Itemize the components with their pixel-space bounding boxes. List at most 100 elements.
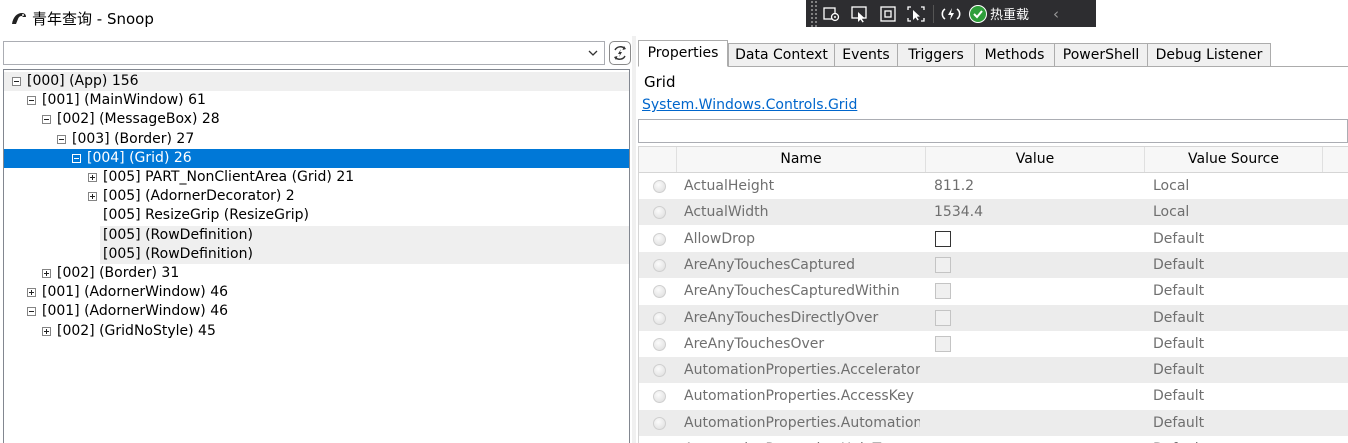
tab-debug-listener[interactable]: Debug Listener: [1147, 43, 1271, 67]
property-value-source: Default: [1153, 414, 1205, 431]
collapse-icon[interactable]: [57, 134, 66, 144]
property-name: AreAnyTouchesDirectlyOver: [684, 309, 879, 326]
expand-icon[interactable]: [88, 192, 97, 202]
tree-node-label: [005] PART_NonClientArea (Grid) 21: [103, 169, 355, 185]
pane-splitter[interactable]: [632, 36, 636, 443]
property-filter-input[interactable]: [638, 119, 1348, 143]
chevron-down-icon[interactable]: [588, 46, 598, 62]
tree-node-label: [002] (MessageBox) 28: [57, 111, 220, 128]
property-row[interactable]: AllowDrop Default: [639, 226, 1348, 252]
tree-node[interactable]: [005] PART_NonClientArea (Grid) 21: [4, 168, 629, 187]
property-row[interactable]: AutomationProperties.AcceleratorKey Defau…: [639, 357, 1348, 384]
expand-icon[interactable]: [42, 326, 51, 336]
property-value-checkbox[interactable]: [935, 230, 951, 247]
display-adorners-icon[interactable]: [874, 3, 902, 25]
tree-node-label: [004] (Grid) 26: [87, 149, 192, 166]
grid-header: Name Value Value Source: [639, 147, 1348, 173]
column-header-value[interactable]: Value: [926, 147, 1145, 172]
property-name: ActualHeight: [684, 178, 775, 194]
property-row[interactable]: AutomationProperties.HelpText Default: [639, 436, 1348, 443]
tree-node[interactable]: [002] (GridNoStyle) 45: [4, 322, 629, 341]
property-row[interactable]: AutomationProperties.AccessKey Default: [639, 383, 1348, 409]
tree-node[interactable]: [002] (MessageBox) 28: [4, 110, 629, 129]
property-name: AutomationProperties.HelpText: [684, 436, 920, 443]
tree-node[interactable]: [005] (RowDefinition): [100, 225, 629, 245]
tree-node[interactable]: [003] (Border) 27: [4, 130, 629, 149]
refresh-icon: [614, 46, 626, 60]
tree-node[interactable]: [005] ResizeGrip (ResizeGrip): [4, 206, 629, 225]
collapse-icon[interactable]: [27, 307, 36, 317]
tree-node-label: [001] (AdornerWindow) 46: [42, 303, 229, 320]
property-value-checkbox: [935, 309, 951, 326]
tree-node[interactable]: [002] (Border) 31: [4, 264, 629, 283]
property-indicator-icon: [653, 390, 666, 404]
tree-node-label: [001] (MainWindow) 61: [42, 92, 206, 109]
property-name: AreAnyTouchesCapturedWithin: [684, 283, 900, 300]
collapse-icon[interactable]: [42, 115, 51, 125]
property-row[interactable]: ActualWidth 1534.4 Local: [639, 199, 1348, 226]
hot-reload-settings-icon[interactable]: [937, 3, 965, 25]
property-row[interactable]: ActualHeight 811.2 Local: [639, 173, 1348, 199]
toolbar-grip-icon[interactable]: [810, 0, 818, 27]
property-indicator-icon: [653, 337, 666, 351]
column-header-value-source[interactable]: Value Source: [1145, 147, 1323, 172]
cursor-select-icon[interactable]: [846, 3, 874, 25]
expand-icon[interactable]: [27, 288, 36, 298]
header-spacer: [639, 147, 677, 172]
property-indicator-icon: [653, 206, 666, 220]
property-value-source: Default: [1153, 388, 1205, 405]
property-value-source: Default: [1153, 335, 1205, 352]
collapse-toolbar-icon[interactable]: ‹: [1053, 5, 1059, 23]
tree-node-label: [003] (Border) 27: [72, 130, 195, 147]
tree-node[interactable]: [005] (RowDefinition): [100, 244, 629, 264]
property-row[interactable]: AutomationProperties.AutomationId Default: [639, 409, 1348, 436]
collapse-icon[interactable]: [72, 153, 81, 163]
property-row[interactable]: AreAnyTouchesCaptured Default: [639, 251, 1348, 278]
tab-powershell[interactable]: PowerShell: [1054, 43, 1148, 67]
tree-node[interactable]: [001] (AdornerWindow) 46: [4, 283, 629, 302]
property-row[interactable]: AreAnyTouchesDirectlyOver Default: [639, 304, 1348, 331]
tree-node[interactable]: [005] (AdornerDecorator) 2: [4, 187, 629, 206]
tree-node[interactable]: [000] (App) 156: [4, 72, 629, 91]
checkmark-icon: [969, 4, 987, 23]
collapse-icon[interactable]: [12, 77, 21, 86]
property-row[interactable]: AreAnyTouchesOver Default: [639, 331, 1348, 357]
tab-events[interactable]: Events: [834, 43, 898, 67]
hot-reload-button[interactable]: 热重载: [965, 3, 1033, 25]
property-indicator-icon: [653, 285, 666, 299]
property-grid: Name Value Value Source ActualHeight 811.…: [638, 146, 1348, 443]
property-value[interactable]: 1534.4: [934, 199, 1134, 225]
column-header-name[interactable]: Name: [677, 147, 926, 172]
refresh-tree-button[interactable]: [609, 41, 631, 65]
select-element-icon[interactable]: [818, 3, 846, 25]
property-indicator-icon: [653, 364, 666, 378]
track-focus-icon[interactable]: [902, 3, 930, 25]
tree-node[interactable]: [001] (MainWindow) 61: [4, 91, 629, 110]
tree-node[interactable]: [001] (AdornerWindow) 46: [4, 302, 629, 321]
tab-properties[interactable]: Properties: [638, 40, 728, 67]
tree-node[interactable]: [004] (Grid) 26: [4, 148, 629, 168]
property-value-source: Default: [1153, 256, 1205, 273]
property-value[interactable]: 811.2: [934, 173, 1134, 199]
selected-object-type-link[interactable]: System.Windows.Controls.Grid: [642, 97, 857, 113]
property-indicator-icon: [653, 416, 666, 430]
title-bar: 青年查询 - Snoop: [0, 0, 1348, 36]
tabstrip-divider: [638, 66, 1348, 67]
property-row[interactable]: AreAnyTouchesCapturedWithin Default: [639, 278, 1348, 304]
expand-icon[interactable]: [42, 269, 51, 278]
visual-tree[interactable]: [000] (App) 156 [001] (MainWindow) 61 [002…: [3, 69, 630, 443]
property-indicator-icon: [653, 311, 666, 325]
tab-triggers[interactable]: Triggers: [897, 43, 975, 67]
tab-methods[interactable]: Methods: [974, 43, 1055, 67]
tree-node-label: [005] (RowDefinition): [103, 245, 253, 262]
tree-node-label: [002] (Border) 31: [57, 265, 180, 281]
expand-icon[interactable]: [88, 173, 97, 182]
tree-node-label: [005] ResizeGrip (ResizeGrip): [103, 207, 309, 224]
property-name: AreAnyTouchesCaptured: [684, 256, 856, 273]
property-value-checkbox: [935, 283, 951, 300]
property-name: AreAnyTouchesOver: [684, 335, 825, 352]
tree-filter-combobox[interactable]: [3, 41, 605, 65]
tab-data-context[interactable]: Data Context: [728, 43, 835, 67]
collapse-icon[interactable]: [27, 96, 36, 106]
tree-node-label: [005] (RowDefinition): [103, 226, 253, 243]
